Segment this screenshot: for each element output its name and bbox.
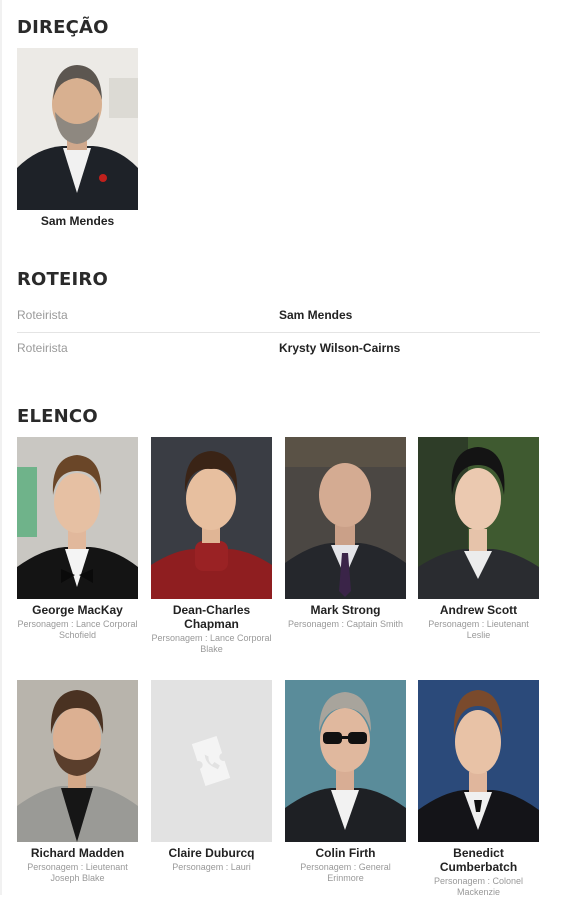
left-border xyxy=(0,0,2,895)
director-photo-sam-mendes[interactable] xyxy=(17,48,138,210)
cast-photo-placeholder[interactable] xyxy=(151,680,272,842)
portrait-image xyxy=(17,680,138,842)
director-name[interactable]: Sam Mendes xyxy=(17,214,138,228)
cast-name[interactable]: Mark Strong xyxy=(285,603,406,617)
cast-role: Personagem : Lieutenant Leslie xyxy=(428,619,529,640)
cast-photo[interactable] xyxy=(17,437,138,599)
cast-photo[interactable] xyxy=(151,437,272,599)
portrait-image xyxy=(285,680,406,842)
portrait-image xyxy=(285,437,406,599)
cast-role: Personagem : Lance Corporal Blake xyxy=(151,633,272,654)
portrait-image xyxy=(17,437,138,599)
section-title-direcao: DIREÇÃO xyxy=(17,17,109,38)
cast-role: Personagem : General Erinmore xyxy=(300,862,391,883)
cast-photo[interactable] xyxy=(418,680,539,842)
writer-row-label: Roteirista xyxy=(17,341,68,355)
row-divider xyxy=(17,332,540,333)
ticket-icon xyxy=(151,680,272,842)
cast-role: Personagem : Lance Corporal Schofield xyxy=(17,619,138,640)
cast-photo[interactable] xyxy=(285,680,406,842)
cast-photo[interactable] xyxy=(17,680,138,842)
cast-name[interactable]: Andrew Scott xyxy=(418,603,539,617)
cast-role: Personagem : Captain Smith xyxy=(287,619,404,629)
section-title-roteiro: ROTEIRO xyxy=(17,269,108,290)
cast-name[interactable]: Dean-Charles Chapman xyxy=(151,603,272,631)
writer-row-value[interactable]: Sam Mendes xyxy=(279,308,352,322)
cast-name[interactable]: Claire Duburcq xyxy=(151,846,272,860)
writer-row-label: Roteirista xyxy=(17,308,68,322)
writer-row-value[interactable]: Krysty Wilson-Cairns xyxy=(279,341,400,355)
cast-name[interactable]: George MacKay xyxy=(17,603,138,617)
portrait-image xyxy=(151,437,272,599)
cast-role: Personagem : Lieutenant Joseph Blake xyxy=(27,862,128,883)
cast-role: Personagem : Lauri xyxy=(172,862,251,872)
cast-name[interactable]: Richard Madden xyxy=(17,846,138,860)
cast-name[interactable]: Benedict Cumberbatch xyxy=(418,846,539,874)
portrait-image xyxy=(418,437,539,599)
cast-photo[interactable] xyxy=(418,437,539,599)
cast-photo[interactable] xyxy=(285,437,406,599)
section-title-elenco: ELENCO xyxy=(17,406,98,427)
portrait-image xyxy=(17,48,138,210)
portrait-image xyxy=(418,680,539,842)
cast-name[interactable]: Colin Firth xyxy=(285,846,406,860)
